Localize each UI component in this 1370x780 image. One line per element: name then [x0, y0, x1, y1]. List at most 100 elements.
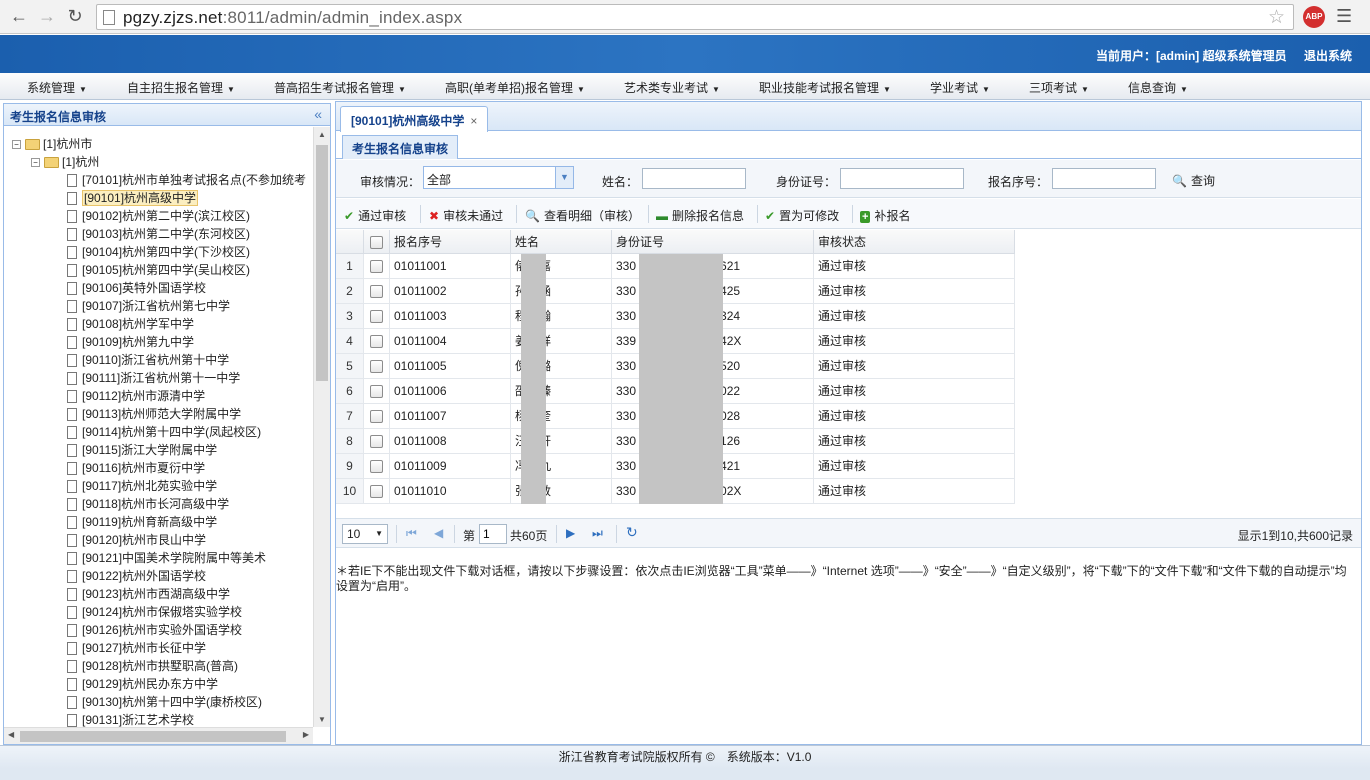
scroll-thumb[interactable] [20, 731, 286, 742]
name-input[interactable] [642, 168, 746, 189]
chevron-down-icon[interactable]: ▼ [555, 167, 573, 188]
reg-input[interactable] [1052, 168, 1156, 189]
tab-review[interactable]: 考生报名信息审核 [342, 135, 459, 159]
address-bar[interactable]: pgzy.zjzs.net:8011/admin/admin_index.asp… [96, 4, 1294, 30]
reject-button[interactable]: ✖ 审核未通过 [429, 207, 503, 224]
id-input[interactable] [840, 168, 964, 189]
row-checkbox[interactable] [370, 310, 383, 324]
row-checkbox[interactable] [370, 460, 383, 474]
tree-node-root[interactable]: − [1]杭州市 [12, 135, 92, 153]
nav-vocational[interactable]: 高职(单考单招)报名管理 ▼ [445, 79, 585, 96]
close-icon[interactable]: × [470, 114, 477, 128]
approve-button[interactable]: ✔ 通过审核 [344, 207, 406, 224]
col-status[interactable]: 审核状态 [814, 230, 1015, 254]
set-editable-button[interactable]: ✔ 置为可修改 [765, 207, 839, 224]
nav-academic[interactable]: 学业考试 ▼ [930, 79, 990, 96]
row-checkbox[interactable] [370, 410, 383, 424]
tree-node-school[interactable]: [90119]杭州育新高级中学 [67, 513, 217, 531]
refresh-icon[interactable]: ↻ [626, 524, 638, 541]
row-checkbox[interactable] [370, 285, 383, 299]
tree-node-school[interactable]: [90112]杭州市源清中学 [67, 387, 205, 405]
tree-node-school[interactable]: [90114]杭州第十四中学(凤起校区) [67, 423, 261, 441]
select-all-checkbox[interactable] [370, 236, 383, 250]
col-id[interactable]: 身份证号 [612, 230, 814, 254]
tree-node-school[interactable]: [90123]杭州市西湖高级中学 [67, 585, 230, 603]
col-name[interactable]: 姓名 [511, 230, 612, 254]
tab-strip: [90101]杭州高级中学 × [336, 102, 1361, 132]
tree-node-school[interactable]: [90102]杭州第二中学(滨江校区) [67, 207, 250, 225]
scroll-right-icon[interactable]: ▶ [303, 730, 309, 739]
scroll-thumb[interactable] [316, 145, 328, 381]
col-reg[interactable]: 报名序号 [390, 230, 511, 254]
tree-node-city[interactable]: − [1]杭州 [31, 153, 99, 171]
reload-icon[interactable]: ↻ [64, 5, 86, 27]
tree-node-school[interactable]: [90107]浙江省杭州第七中学 [67, 297, 230, 315]
prev-page-icon[interactable]: ◀ [434, 526, 443, 540]
tree-horizontal-scrollbar[interactable]: ◀ ▶ [4, 727, 313, 744]
nav-system[interactable]: 系统管理 ▼ [27, 79, 87, 96]
row-checkbox[interactable] [370, 485, 383, 499]
tree-node-school[interactable]: [90131]浙江艺术学校 [67, 711, 194, 727]
nav-general-high[interactable]: 普高招生考试报名管理 ▼ [274, 79, 406, 96]
page-size-select[interactable]: 10 ▼ [342, 524, 388, 544]
tree-node-school[interactable]: [90106]英特外国语学校 [67, 279, 206, 297]
tree-node-school[interactable]: [90115]浙江大学附属中学 [67, 441, 217, 459]
nav-query[interactable]: 信息查询 ▼ [1128, 79, 1188, 96]
tree-node-school[interactable]: [90104]杭州第四中学(下沙校区) [67, 243, 250, 261]
page-number-input[interactable] [479, 524, 507, 544]
browser-menu-icon[interactable]: ☰ [1336, 6, 1352, 27]
scroll-down-icon[interactable]: ▼ [318, 715, 326, 724]
tree-node-school[interactable]: [90116]杭州市夏衍中学 [67, 459, 205, 477]
nav-self-enroll[interactable]: 自主招生报名管理 ▼ [127, 79, 235, 96]
tree-node-school[interactable]: [90103]杭州第二中学(东河校区) [67, 225, 250, 243]
tree-node-school[interactable]: [90127]杭州市长征中学 [67, 639, 206, 657]
forward-icon[interactable]: → [36, 5, 58, 27]
bookmark-star-icon[interactable]: ☆ [1268, 6, 1285, 29]
collapse-toggle-icon[interactable]: − [31, 158, 40, 168]
row-checkbox[interactable] [370, 335, 383, 349]
collapse-icon[interactable]: « [314, 106, 322, 122]
collapse-toggle-icon[interactable]: − [12, 140, 21, 150]
tree-node-school[interactable]: [90111]浙江省杭州第十一中学 [67, 369, 240, 387]
nav-three-exams[interactable]: 三项考试 ▼ [1029, 79, 1089, 96]
row-checkbox[interactable] [370, 385, 383, 399]
delete-button[interactable]: ▬ 删除报名信息 [656, 207, 744, 224]
last-page-icon[interactable]: ⏭ [592, 526, 603, 541]
tree-node-school[interactable]: [90105]杭州第四中学(吴山校区) [67, 261, 250, 279]
tree-node-school[interactable]: [90122]杭州外国语学校 [67, 567, 206, 585]
tree-node-school[interactable]: [90113]杭州师范大学附属中学 [67, 405, 241, 423]
tree-node-school[interactable]: [90101]杭州高级中学 [67, 189, 199, 207]
tree-node-school[interactable]: [90128]杭州市拱墅职高(普高) [67, 657, 238, 675]
status-select[interactable]: 全部 ▼ [423, 166, 574, 189]
scroll-up-icon[interactable]: ▲ [318, 130, 326, 139]
logout-link[interactable]: 退出系统 [1304, 49, 1352, 63]
row-number: 3 [336, 304, 364, 329]
tree-node-school[interactable]: [90126]杭州市实验外国语学校 [67, 621, 242, 639]
next-page-icon[interactable]: ▶ [566, 526, 575, 540]
row-checkbox[interactable] [370, 360, 383, 374]
tree-node-school[interactable]: [90130]杭州第十四中学(康桥校区) [67, 693, 262, 711]
nav-arts[interactable]: 艺术类专业考试 ▼ [624, 79, 720, 96]
search-button[interactable]: 🔍 查询 [1172, 172, 1215, 189]
scroll-left-icon[interactable]: ◀ [8, 730, 14, 739]
row-checkbox[interactable] [370, 435, 383, 449]
tree-node-school[interactable]: [90110]浙江省杭州第十中学 [67, 351, 229, 369]
back-icon[interactable]: ← [8, 5, 30, 27]
tree-node-school[interactable]: [70101]杭州市单独考试报名点(不参加统考 [67, 171, 306, 189]
tab-school[interactable]: [90101]杭州高级中学 × [340, 106, 489, 132]
tree-node-school[interactable]: [90118]杭州市长河高级中学 [67, 495, 229, 513]
tree-vertical-scrollbar[interactable]: ▲ ▼ [313, 127, 330, 727]
tree-node-school[interactable]: [90117]杭州北苑实验中学 [67, 477, 217, 495]
tree-node-school[interactable]: [90109]杭州第九中学 [67, 333, 194, 351]
nav-skills[interactable]: 职业技能考试报名管理 ▼ [759, 79, 891, 96]
adblock-icon[interactable]: ABP [1303, 6, 1325, 28]
supplement-button[interactable]: + 补报名 [860, 207, 910, 224]
tree-node-school[interactable]: [90121]中国美术学院附属中等美术 [67, 549, 266, 567]
row-checkbox[interactable] [370, 260, 383, 274]
tree-node-school[interactable]: [90120]杭州市艮山中学 [67, 531, 206, 549]
tree-node-school[interactable]: [90124]杭州市保俶塔实验学校 [67, 603, 242, 621]
tree-node-school[interactable]: [90129]杭州民办东方中学 [67, 675, 218, 693]
view-detail-button[interactable]: 🔍 查看明细（审核） [525, 207, 640, 224]
first-page-icon[interactable]: ⏮ [406, 526, 417, 541]
tree-node-school[interactable]: [90108]杭州学军中学 [67, 315, 194, 333]
